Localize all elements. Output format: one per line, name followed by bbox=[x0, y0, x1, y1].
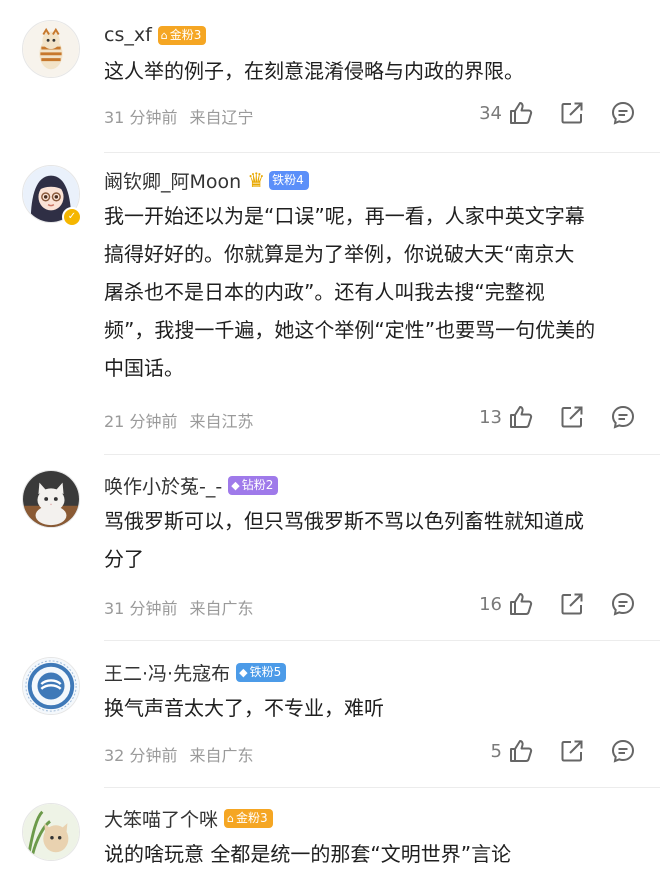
fan-badge: 铁粉4 bbox=[269, 170, 309, 190]
fan-badge: ◆ 钻粉2 bbox=[228, 475, 279, 495]
comment-actions: 34 bbox=[479, 100, 636, 126]
timestamp: 32 分钟前 bbox=[104, 746, 178, 765]
timestamp: 31 分钟前 bbox=[104, 599, 178, 618]
like-icon[interactable] bbox=[508, 591, 534, 617]
username[interactable]: 阚钦卿_阿Moon bbox=[104, 167, 241, 194]
username[interactable]: 王二·冯·先寇布 bbox=[104, 659, 230, 686]
location: 来自广东 bbox=[189, 599, 254, 618]
share-icon[interactable] bbox=[559, 100, 585, 126]
comment-text: 我一开始还以为是“口误”呢，再一看，人家中英文字幕 搞得好好的。你就算是为了举例… bbox=[104, 204, 596, 380]
divider bbox=[104, 152, 660, 153]
reply-icon[interactable] bbox=[610, 404, 636, 430]
timestamp: 21 分钟前 bbox=[104, 412, 178, 431]
comment-actions: 13 bbox=[479, 404, 636, 430]
comment-actions: 16 bbox=[479, 591, 636, 617]
share-icon[interactable] bbox=[559, 591, 585, 617]
comment-actions: 5 bbox=[491, 738, 636, 764]
like-count: 16 bbox=[479, 593, 502, 615]
like-count: 5 bbox=[490, 740, 502, 762]
timestamp: 31 分钟前 bbox=[104, 108, 178, 127]
fan-badge: ◆ 铁粉5 bbox=[236, 662, 287, 682]
like-icon[interactable] bbox=[508, 738, 534, 764]
diamond-icon: ◆ bbox=[231, 478, 240, 492]
comment-text: 骂俄罗斯可以，但只骂俄罗斯不骂以色列畜牲就知道成 分了 bbox=[104, 509, 584, 571]
house-icon: ⌂ bbox=[227, 811, 234, 825]
username[interactable]: 大笨喵了个咪 bbox=[104, 805, 218, 832]
username[interactable]: 唤作小於菟-_- bbox=[104, 472, 222, 499]
divider bbox=[104, 454, 660, 455]
comment-meta: 31 分钟前 来自辽宁 bbox=[104, 104, 253, 128]
like-icon[interactable] bbox=[508, 100, 534, 126]
comment-meta: 32 分钟前 来自广东 bbox=[104, 742, 253, 766]
diamond-icon: ◆ bbox=[239, 665, 248, 679]
share-icon[interactable] bbox=[559, 404, 585, 430]
verified-icon: ✓ bbox=[62, 207, 82, 227]
location: 来自广东 bbox=[189, 746, 254, 765]
reply-icon[interactable] bbox=[610, 738, 636, 764]
share-icon[interactable] bbox=[559, 738, 585, 764]
comment-meta: 21 分钟前 来自江苏 bbox=[104, 408, 253, 432]
comment-text: 换气声音太大了，不专业，难听 bbox=[104, 696, 384, 720]
reply-icon[interactable] bbox=[610, 100, 636, 126]
like-count: 13 bbox=[479, 406, 502, 428]
divider bbox=[104, 640, 660, 641]
avatar[interactable] bbox=[22, 20, 80, 78]
reply-icon[interactable] bbox=[610, 591, 636, 617]
comment-meta: 31 分钟前 来自广东 bbox=[104, 595, 253, 619]
comment-text: 这人举的例子，在刻意混淆侵略与内政的界限。 bbox=[104, 59, 524, 83]
avatar[interactable] bbox=[22, 470, 80, 528]
like-icon[interactable] bbox=[508, 404, 534, 430]
crown-icon: ♛ bbox=[247, 168, 266, 192]
location: 来自江苏 bbox=[189, 412, 254, 431]
house-icon: ⌂ bbox=[160, 28, 168, 42]
like-count: 34 bbox=[479, 102, 502, 124]
fan-badge: ⌂ 金粉3 bbox=[224, 808, 273, 828]
fan-badge: ⌂ 金粉3 bbox=[157, 25, 207, 45]
location: 来自辽宁 bbox=[189, 108, 254, 127]
divider bbox=[104, 787, 660, 788]
username[interactable]: cs_xf bbox=[104, 24, 152, 46]
avatar[interactable] bbox=[22, 803, 80, 861]
avatar[interactable] bbox=[22, 657, 80, 715]
comment-text: 说的啥玩意 全都是统一的那套“文明世界”言论 bbox=[104, 842, 512, 866]
